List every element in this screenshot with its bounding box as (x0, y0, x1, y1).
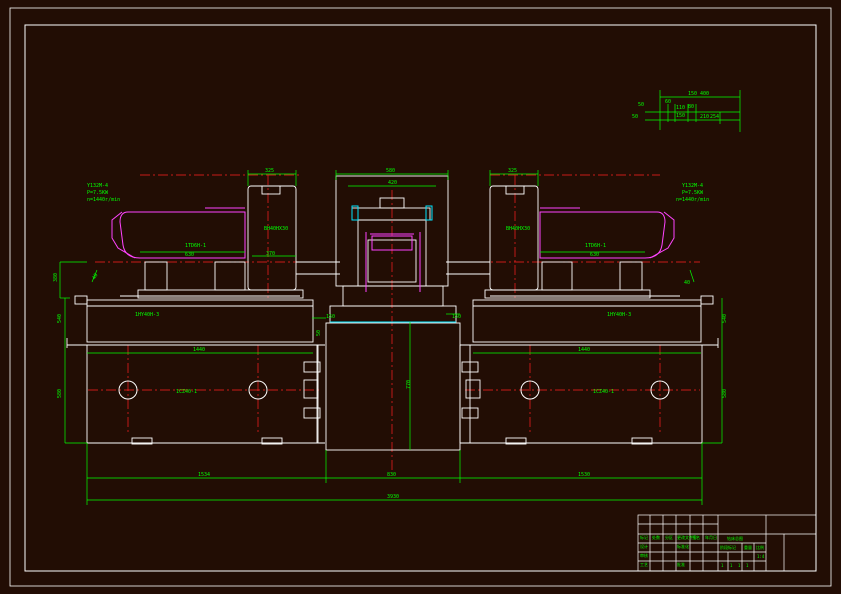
tb-scale-0: 1 (721, 563, 724, 568)
base-label-right: 1CZ40-1 (593, 389, 614, 395)
motor-left-model: Y132M-4 (87, 183, 108, 189)
dim-side-left-low: 580 (57, 389, 63, 398)
dim-40-right: 40 (684, 280, 690, 286)
motor-outlines (111, 207, 675, 292)
dim-rail-left: 1440 (193, 347, 205, 353)
dim-side-right-mid: 540 (722, 314, 728, 323)
dim-325-right: 325 (508, 168, 517, 174)
box-label-left: BH40HX30 (264, 226, 288, 232)
legend-dim-6: 210 (700, 114, 709, 120)
tb-a-4: 签名 (692, 534, 700, 540)
motor-right-power: P=7.5KW (682, 190, 704, 196)
tb-scale-3: 1 (746, 563, 749, 568)
dim-side-left-mid: 540 (57, 314, 63, 323)
motor-right-speed: n=1440r/min (676, 197, 709, 203)
tb-d-0: 工艺 (640, 562, 648, 567)
legend-side-dim: 50 (638, 102, 644, 108)
legend-dim-4: 150 (676, 113, 685, 119)
dim-side-right-low: 580 (722, 389, 728, 398)
dim-325-left: 325 (265, 168, 274, 174)
dim-rail-right: 1440 (578, 347, 590, 353)
tb-scale-1: 1 (730, 563, 733, 568)
tb-sheet: 1:4 (757, 554, 765, 559)
tb-stage-1: 重量 (744, 544, 752, 550)
tb-d-3: 批准 (677, 561, 685, 567)
legend-dim-1: 110 (676, 105, 685, 111)
head-dim-right: 630 (590, 252, 599, 258)
motor-left-speed: n=1440r/min (87, 197, 120, 203)
title-block (637, 514, 817, 572)
dim-40-left: 40 (91, 273, 99, 281)
tb-a-0: 标记 (640, 534, 648, 540)
tb-a-5: 年月日 (705, 534, 717, 540)
dim-bottom-left: 1534 (198, 472, 210, 478)
dim-overall: 3930 (387, 494, 399, 500)
cyan-details (330, 205, 456, 323)
tb-stage-0: 阶段标记 (720, 544, 736, 550)
dim-side-left-top: 380 (53, 273, 59, 282)
legend-top-dim: 150 400 (688, 91, 709, 97)
title-block-title: 钻床总图 (727, 535, 743, 541)
head-label-right: 1TD6H-1 (585, 243, 606, 249)
tb-c-0: 审核 (640, 552, 648, 558)
box-label-right: BH40HX30 (506, 226, 530, 232)
tb-b-3: 标准化 (677, 543, 689, 549)
dim-inner-370: 370 (266, 251, 275, 257)
legend-dim-2: 60 (665, 99, 671, 105)
slide-label-left: 1HY40H-3 (135, 312, 159, 318)
tb-scale-2: 1 (738, 563, 741, 568)
legend-dim-3: 80 (688, 104, 694, 110)
tb-a-2: 分区 (665, 534, 673, 540)
dim-center-height: 770 (406, 380, 412, 389)
head-label-left: 1TD6H-1 (185, 243, 206, 249)
dim-150-left: 150 (326, 314, 335, 320)
legend-dim-5: 254 (710, 114, 719, 120)
motor-left-power: P=7.5KW (87, 190, 109, 196)
dim-50: 50 (316, 330, 322, 336)
dim-fixture-width: 580 (386, 168, 395, 174)
head-dim-left: 630 (185, 252, 194, 258)
dim-fixture-inner: 420 (388, 180, 397, 186)
motor-right-model: Y132M-4 (682, 183, 703, 189)
dim-bottom-right: 1530 (578, 472, 590, 478)
dim-bottom-center: 830 (387, 472, 396, 478)
tb-b-0: 设计 (640, 543, 648, 549)
slide-label-right: 1HY40H-3 (607, 312, 631, 318)
legend-label: 50 (632, 114, 638, 120)
cad-drawing: 150 400 110 60 80 150 254 210 50 50 Y132… (9, 7, 832, 587)
tb-a-1: 处数 (652, 534, 660, 540)
tb-stage-2: 比例 (756, 544, 764, 550)
dim-150-right: 150 (452, 314, 461, 320)
base-label-left: 1CZ40-1 (176, 389, 197, 395)
